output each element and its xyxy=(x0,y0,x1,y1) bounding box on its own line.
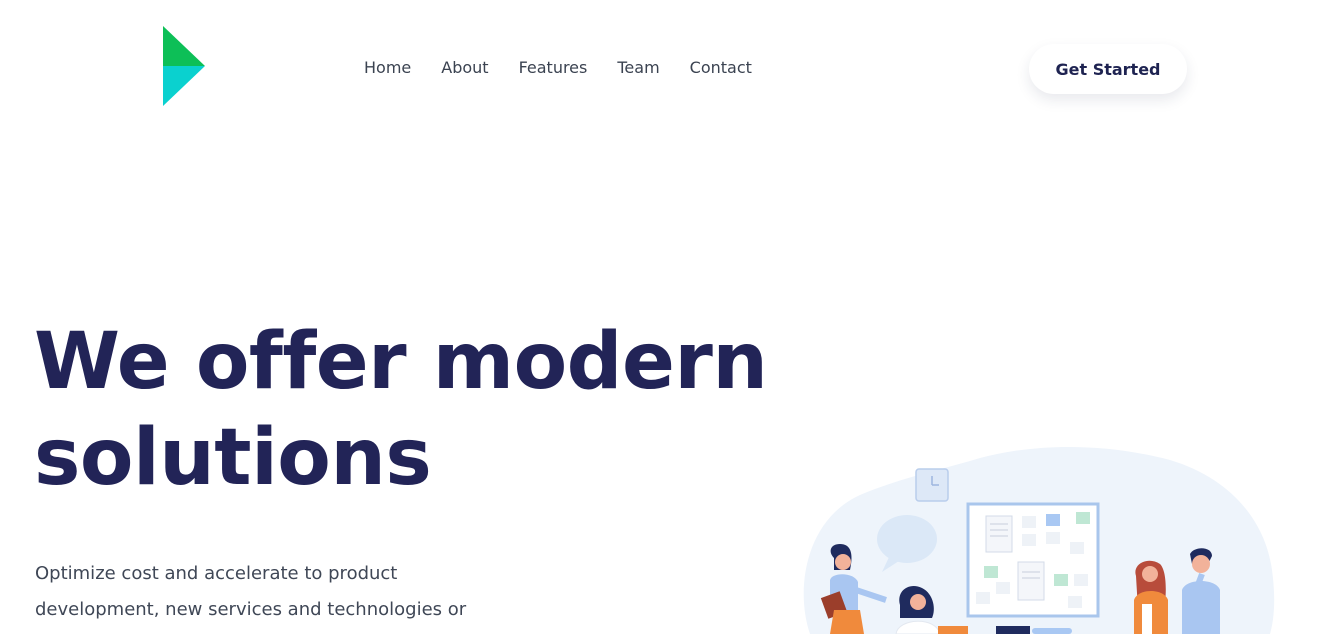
speech-bubble-icon xyxy=(877,515,937,563)
nav-link-home[interactable]: Home xyxy=(364,58,411,78)
nav-link-team[interactable]: Team xyxy=(617,58,659,78)
nav-link-features[interactable]: Features xyxy=(519,58,588,78)
nav-link-contact[interactable]: Contact xyxy=(690,58,752,78)
hero-title: We offer modern solutions xyxy=(34,314,834,506)
person-woman-orange xyxy=(1134,560,1168,634)
team-planning-illustration xyxy=(803,446,1275,634)
triangle-logo-icon[interactable] xyxy=(163,26,205,106)
laptop-icon xyxy=(996,626,1030,634)
page: Home About Features Team Contact Get Sta… xyxy=(0,0,1339,634)
hero-title-line-2: solutions xyxy=(34,413,432,503)
get-started-button[interactable]: Get Started xyxy=(1029,44,1187,94)
nav-link-about[interactable]: About xyxy=(441,58,488,78)
hero-title-line-1: We offer modern xyxy=(34,317,768,407)
main-nav: Home About Features Team Contact xyxy=(364,58,782,78)
hero-description: Optimize cost and accelerate to product … xyxy=(35,563,467,620)
